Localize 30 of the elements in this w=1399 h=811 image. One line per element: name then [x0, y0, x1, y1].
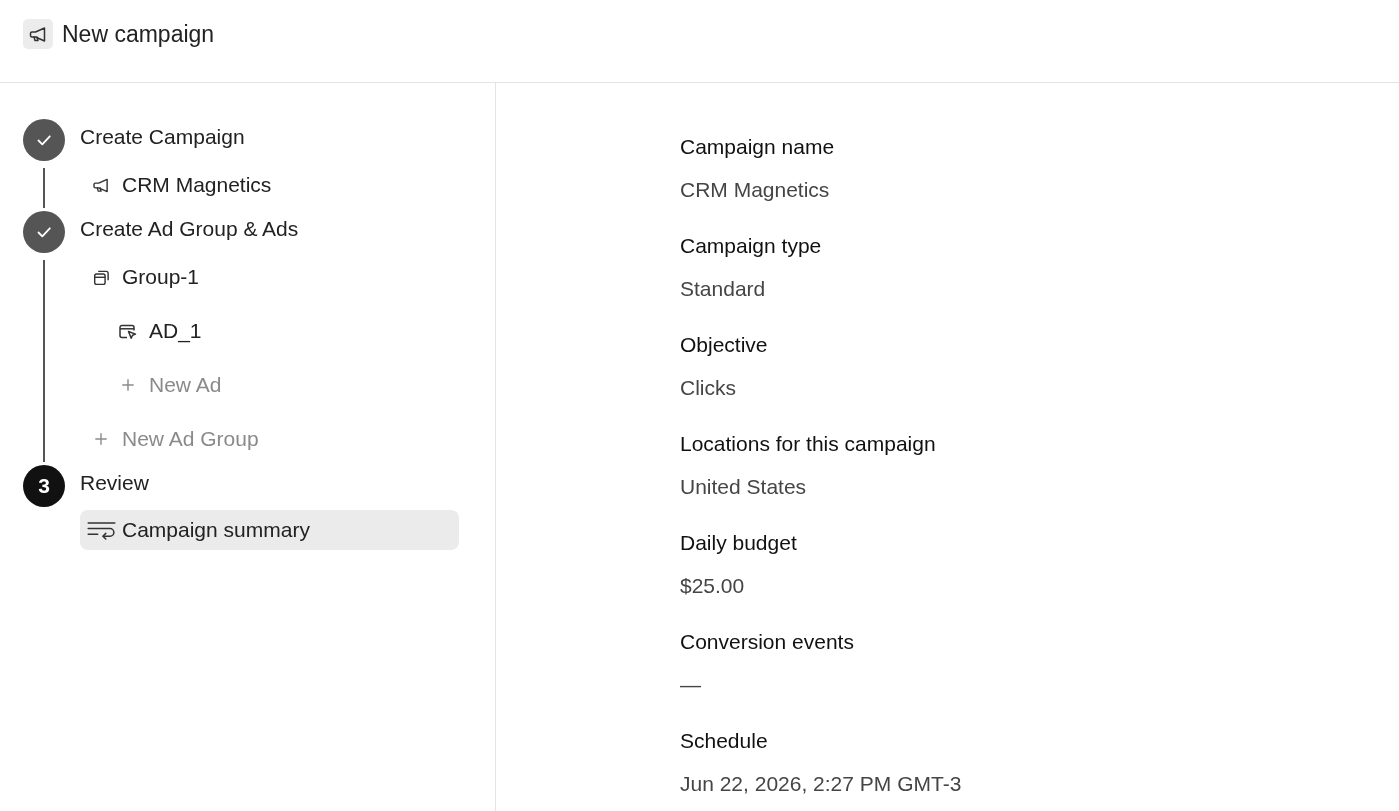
field-value: —	[680, 673, 701, 697]
stacked-windows-icon	[92, 268, 110, 286]
step-title: Create Campaign	[80, 124, 245, 150]
field-value: Clicks	[680, 376, 736, 400]
sidebar-item[interactable]: Campaign summary	[80, 510, 459, 550]
field-label: Daily budget	[680, 531, 797, 555]
sidebar-item[interactable]: AD_1	[80, 311, 459, 351]
megaphone-icon	[23, 19, 53, 49]
page-title: New campaign	[62, 20, 215, 49]
sidebar-item[interactable]: CRM Magnetics	[80, 165, 459, 205]
field-value: Standard	[680, 277, 766, 301]
plus-icon	[122, 379, 134, 391]
step-title: Create Ad Group & Ads	[80, 216, 299, 242]
field-value: United States	[680, 475, 807, 499]
sidebar-item[interactable]: Group-1	[80, 257, 459, 297]
field-label: Objective	[680, 333, 768, 357]
window-cursor-icon	[119, 322, 137, 340]
field-value: CRM Magnetics	[680, 178, 830, 202]
field-label: Locations for this campaign	[680, 432, 936, 456]
step-title: Review	[80, 470, 149, 496]
field-label: Campaign name	[680, 135, 835, 159]
field-label: Campaign type	[680, 234, 822, 258]
megaphone-icon	[92, 177, 110, 193]
text-wrap-icon	[86, 520, 116, 540]
field-label: Schedule	[680, 729, 768, 753]
field-label: Conversion events	[680, 630, 854, 654]
plus-icon	[95, 433, 107, 445]
field-value: $25.00	[680, 574, 745, 598]
step-number: 3	[23, 465, 65, 507]
field-value: Jun 22, 2026, 2:27 PM GMT-3	[680, 772, 962, 796]
